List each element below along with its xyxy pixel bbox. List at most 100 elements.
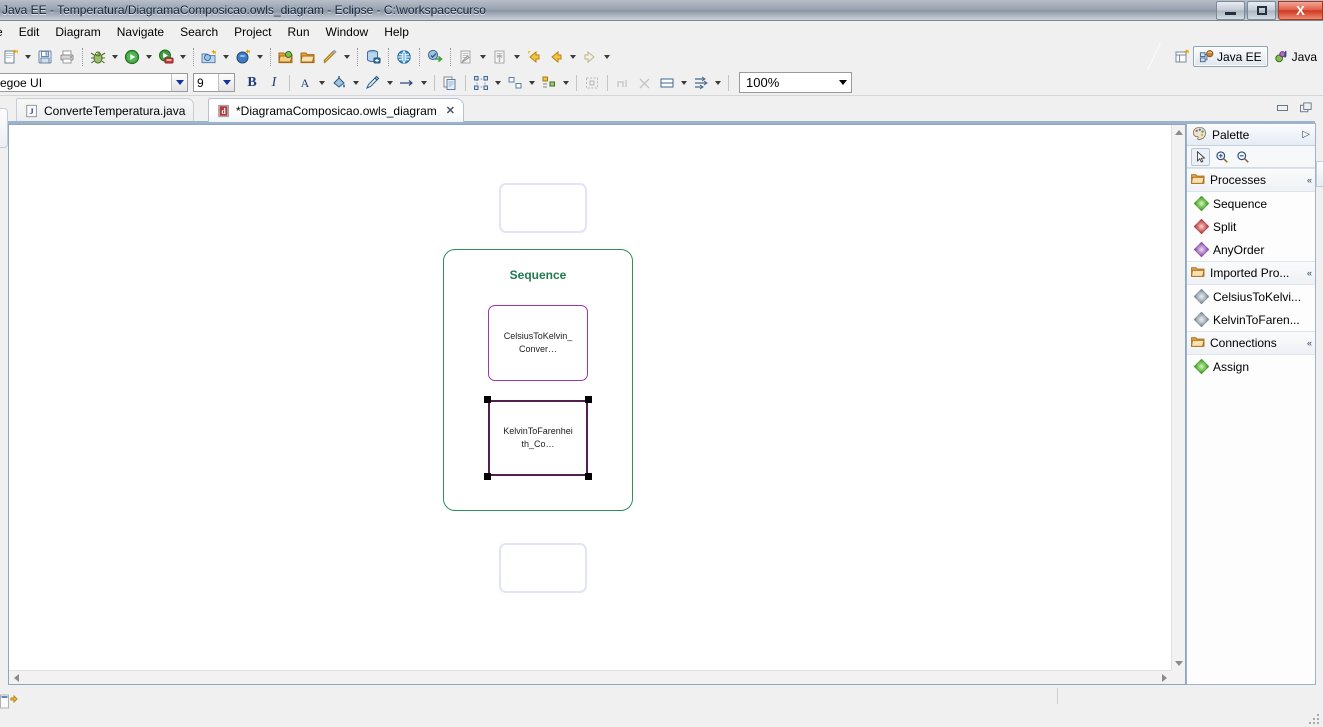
font-size-combo[interactable]: 9 bbox=[193, 73, 235, 92]
menu-diagram[interactable]: Diagram bbox=[47, 22, 108, 42]
italic-button[interactable]: I bbox=[263, 72, 285, 93]
last-edit-location-button[interactable] bbox=[455, 46, 477, 68]
next-annotation-button[interactable] bbox=[489, 46, 511, 68]
fill-color-dropdown[interactable] bbox=[350, 72, 362, 94]
arrange-all-dropdown[interactable] bbox=[492, 72, 504, 94]
arrange-all-button[interactable] bbox=[470, 72, 492, 93]
forward-dropdown[interactable] bbox=[601, 46, 613, 68]
editor-maximize-button[interactable] bbox=[1299, 101, 1313, 115]
next-annotation-dropdown[interactable] bbox=[511, 46, 523, 68]
palette-group-imported-processes[interactable]: Imported Pro... « bbox=[1187, 261, 1315, 285]
empty-node-bottom[interactable] bbox=[499, 543, 587, 593]
menu-file[interactable]: e bbox=[0, 22, 11, 42]
print-button[interactable] bbox=[56, 46, 78, 68]
database-button[interactable] bbox=[362, 46, 384, 68]
profile-dropdown[interactable] bbox=[177, 46, 189, 68]
font-color-dropdown[interactable] bbox=[316, 72, 328, 94]
palette-item-kelvin-to-farenheit[interactable]: KelvinToFaren... bbox=[1187, 308, 1315, 331]
perspective-java-ee[interactable]: Java EE bbox=[1192, 46, 1268, 67]
new-java-package-dropdown[interactable] bbox=[220, 46, 232, 68]
new-servlet-dropdown[interactable] bbox=[254, 46, 266, 68]
new-servlet-button[interactable] bbox=[232, 46, 254, 68]
last-edit-dropdown[interactable] bbox=[477, 46, 489, 68]
palette-item-assign[interactable]: Assign bbox=[1187, 355, 1315, 378]
palette-item-sequence[interactable]: Sequence bbox=[1187, 192, 1315, 215]
new-wizard-dropdown[interactable] bbox=[22, 46, 34, 68]
canvas-vertical-scrollbar[interactable] bbox=[1171, 125, 1185, 670]
resize-handle-ne[interactable] bbox=[585, 396, 592, 403]
resize-handle-nw[interactable] bbox=[484, 396, 491, 403]
zoom-out-tool[interactable] bbox=[1233, 148, 1252, 166]
diagram-canvas[interactable]: Sequence CelsiusToKelvin_Conver… KelvinT… bbox=[9, 125, 1171, 670]
filter-dropdown[interactable] bbox=[712, 72, 724, 94]
new-wizard-button[interactable] bbox=[0, 46, 22, 68]
scroll-up-arrow[interactable] bbox=[1172, 125, 1186, 139]
straighten-button[interactable] bbox=[612, 72, 634, 93]
profile-button[interactable] bbox=[155, 46, 177, 68]
perspective-java[interactable]: Java bbox=[1268, 46, 1323, 67]
close-icon[interactable]: ✕ bbox=[446, 104, 455, 117]
open-type-button[interactable] bbox=[275, 46, 297, 68]
show-compartment-dropdown[interactable] bbox=[678, 72, 690, 94]
bold-button[interactable]: B bbox=[241, 72, 263, 93]
chevron-collapse-icon[interactable]: « bbox=[1307, 338, 1312, 348]
scroll-down-arrow[interactable] bbox=[1172, 656, 1186, 670]
scroll-right-arrow[interactable] bbox=[1157, 671, 1171, 685]
process-node-kelvin-to-farenheith[interactable]: KelvinToFarenheith_Co… bbox=[488, 400, 588, 476]
palette-item-anyorder[interactable]: AnyOrder bbox=[1187, 238, 1315, 261]
run-dropdown[interactable] bbox=[143, 46, 155, 68]
filter-button[interactable] bbox=[690, 72, 712, 93]
forward-button[interactable] bbox=[579, 46, 601, 68]
annotation-dropdown[interactable] bbox=[341, 46, 353, 68]
maximize-button[interactable] bbox=[1247, 1, 1276, 20]
font-family-dropdown-arrow[interactable] bbox=[171, 74, 187, 91]
back-dropdown[interactable] bbox=[567, 46, 579, 68]
new-java-package-button[interactable] bbox=[198, 46, 220, 68]
font-color-button[interactable]: A bbox=[294, 72, 316, 93]
palette-expand-icon[interactable]: ▷ bbox=[1302, 129, 1310, 140]
menu-help[interactable]: Help bbox=[376, 22, 417, 42]
close-button[interactable]: X bbox=[1278, 1, 1323, 20]
line-style-dropdown[interactable] bbox=[418, 72, 430, 94]
fill-color-button[interactable] bbox=[328, 72, 350, 93]
run-button[interactable] bbox=[121, 46, 143, 68]
resize-handle-se[interactable] bbox=[585, 473, 592, 480]
select-region-button[interactable] bbox=[581, 72, 603, 93]
menu-window[interactable]: Window bbox=[318, 22, 377, 42]
font-family-combo[interactable]: Segoe UI bbox=[0, 73, 188, 92]
collapsed-view-stub[interactable] bbox=[0, 108, 8, 148]
editor-tab-diagrama-composicao[interactable]: d *DiagramaComposicao.owls_diagram ✕ bbox=[208, 98, 464, 122]
resize-handle-sw[interactable] bbox=[484, 473, 491, 480]
collapsed-outline-stub[interactable] bbox=[1316, 161, 1323, 187]
debug-button[interactable] bbox=[87, 46, 109, 68]
line-color-button[interactable] bbox=[362, 72, 384, 93]
align-dropdown[interactable] bbox=[526, 72, 538, 94]
scroll-left-arrow[interactable] bbox=[9, 671, 23, 685]
align-button[interactable] bbox=[504, 72, 526, 93]
empty-node-top[interactable] bbox=[499, 183, 587, 233]
open-task-button[interactable] bbox=[297, 46, 319, 68]
chevron-collapse-icon[interactable]: « bbox=[1307, 175, 1312, 185]
palette-item-split[interactable]: Split bbox=[1187, 215, 1315, 238]
menu-search[interactable]: Search bbox=[172, 22, 226, 42]
process-node-celsius-to-kelvin[interactable]: CelsiusToKelvin_Conver… bbox=[488, 305, 588, 381]
minimize-button[interactable] bbox=[1216, 1, 1245, 20]
font-size-dropdown-arrow[interactable] bbox=[218, 74, 234, 91]
web-browser-button[interactable] bbox=[393, 46, 415, 68]
canvas-horizontal-scrollbar[interactable] bbox=[9, 670, 1171, 684]
editor-minimize-button[interactable] bbox=[1275, 101, 1289, 115]
annotation-button[interactable] bbox=[319, 46, 341, 68]
resize-grip[interactable] bbox=[1309, 714, 1321, 726]
zoom-combo[interactable]: 100% bbox=[739, 72, 852, 93]
zoom-in-tool[interactable] bbox=[1212, 148, 1231, 166]
menu-navigate[interactable]: Navigate bbox=[109, 22, 172, 42]
zoom-dropdown-arrow[interactable] bbox=[835, 73, 851, 92]
debug-dropdown[interactable] bbox=[109, 46, 121, 68]
cut-connection-button[interactable] bbox=[634, 72, 656, 93]
open-perspective-button[interactable] bbox=[1171, 46, 1193, 68]
diagram-editor[interactable]: Sequence CelsiusToKelvin_Conver… KelvinT… bbox=[8, 124, 1186, 685]
line-color-dropdown[interactable] bbox=[384, 72, 396, 94]
chevron-collapse-icon[interactable]: « bbox=[1307, 268, 1312, 278]
editor-tab-converte-temperatura[interactable]: J ConverteTemperatura.java bbox=[16, 98, 195, 122]
line-style-button[interactable] bbox=[396, 72, 418, 93]
